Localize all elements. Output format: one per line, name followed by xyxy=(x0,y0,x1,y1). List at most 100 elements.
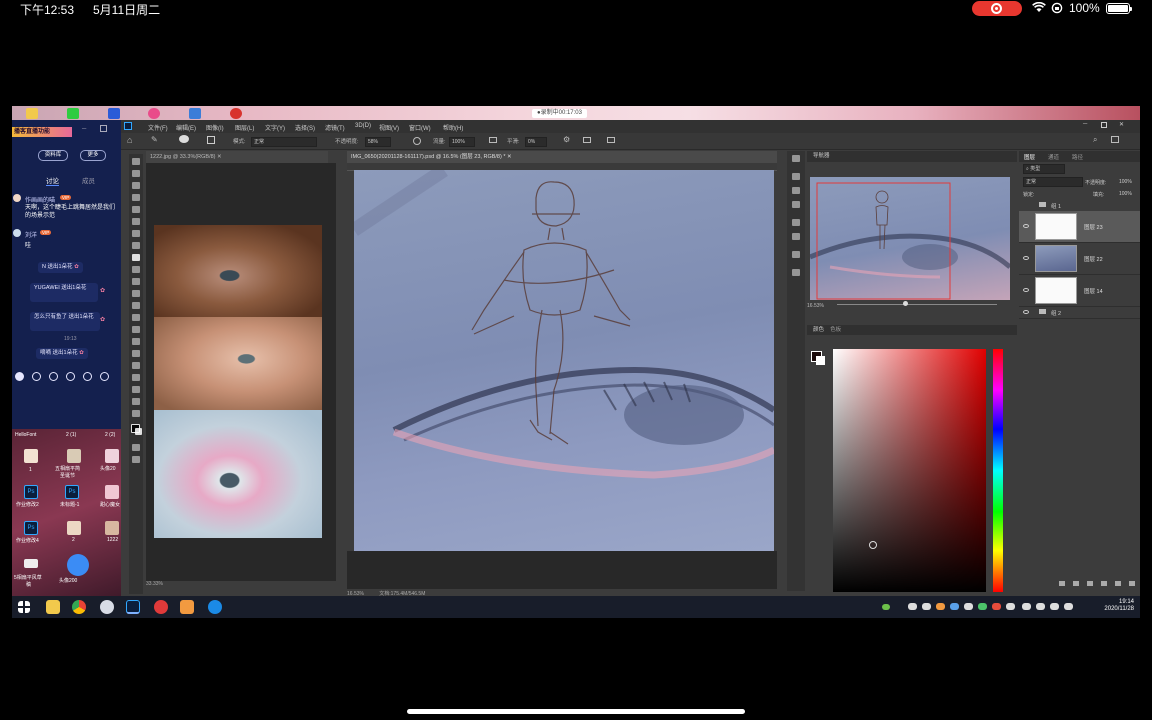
image-file-icon[interactable] xyxy=(67,521,81,535)
layer-row-23[interactable]: 图层 23 xyxy=(1019,211,1140,243)
shape-tool-icon[interactable] xyxy=(132,374,140,381)
menu-3d[interactable]: 3D(D) xyxy=(355,123,371,129)
brush-settings-icon[interactable] xyxy=(792,173,800,180)
stamp-tool-icon[interactable] xyxy=(132,266,140,273)
smooth-input[interactable]: 0% xyxy=(525,137,547,147)
zoom-tool-icon[interactable] xyxy=(132,398,140,405)
mask-icon[interactable] xyxy=(1087,581,1093,586)
paragraph-icon[interactable] xyxy=(792,233,800,240)
tab-color[interactable]: 颜色 色板 xyxy=(807,325,1017,335)
character-icon[interactable] xyxy=(792,219,800,226)
taskbar-clock[interactable]: 19:14 2020/11/28 xyxy=(1104,599,1134,613)
image-file-icon[interactable] xyxy=(105,521,119,535)
tray-icon[interactable] xyxy=(992,603,1001,610)
live-banner[interactable]: 播客直播功能 xyxy=(12,127,72,137)
file-explorer-icon[interactable] xyxy=(46,600,60,614)
layer-fill-input[interactable]: 100% xyxy=(1119,191,1132,197)
psd-file-icon[interactable]: Ps xyxy=(24,521,38,535)
ime-icon[interactable] xyxy=(1064,603,1073,610)
navigator-thumbnail[interactable] xyxy=(810,177,1010,300)
opacity-input[interactable]: 58% xyxy=(365,137,391,147)
close-icon[interactable]: ✕ xyxy=(217,154,222,160)
screen-recording-indicator[interactable] xyxy=(972,1,1022,16)
move-tool-icon[interactable] xyxy=(132,158,140,165)
minimize-icon[interactable]: ─ xyxy=(1083,121,1087,127)
history-brush-tool-icon[interactable] xyxy=(132,278,140,285)
marquee-tool-icon[interactable] xyxy=(132,170,140,177)
visibility-eye-icon[interactable] xyxy=(1023,310,1029,314)
quick-select-tool-icon[interactable] xyxy=(132,194,140,201)
visibility-eye-icon[interactable] xyxy=(1023,224,1029,228)
windows-start-icon[interactable] xyxy=(18,601,30,613)
search-icon[interactable]: ⌕ xyxy=(1093,135,1097,145)
menu-filter[interactable]: 滤镜(T) xyxy=(325,123,345,132)
psd-file-icon[interactable]: Ps xyxy=(65,485,79,499)
tray-icon[interactable] xyxy=(922,603,931,610)
close-icon[interactable]: ✕ xyxy=(507,154,512,160)
menu-help[interactable]: 帮助(H) xyxy=(443,123,463,132)
link-layers-icon[interactable] xyxy=(1059,581,1065,586)
settings-icon[interactable] xyxy=(15,372,24,381)
hand-tool-icon[interactable] xyxy=(132,386,140,393)
hue-slider[interactable] xyxy=(993,349,1003,592)
background-color-swatch[interactable] xyxy=(135,428,142,435)
image-file-icon[interactable] xyxy=(24,449,38,463)
brush-icon[interactable]: ✎ xyxy=(151,135,158,144)
pen-tool-icon[interactable] xyxy=(132,338,140,345)
materials-button[interactable]: 资料库 xyxy=(38,150,68,161)
eyedropper-tool-icon[interactable] xyxy=(132,230,140,237)
app-icon[interactable] xyxy=(100,600,114,614)
photoshop-taskbar-icon[interactable] xyxy=(126,600,140,614)
tab-channels[interactable]: 通道 xyxy=(1048,153,1059,161)
app-icon[interactable] xyxy=(148,108,160,119)
gradient-tool-icon[interactable] xyxy=(132,302,140,309)
trash-icon[interactable] xyxy=(1129,581,1135,586)
menu-file[interactable]: 文件(F) xyxy=(148,123,168,132)
app-icon[interactable] xyxy=(189,108,201,119)
image-icon[interactable] xyxy=(66,372,75,381)
symmetry-icon[interactable] xyxy=(607,137,615,143)
tab-layers[interactable]: 图层 xyxy=(1024,153,1035,161)
path-select-tool-icon[interactable] xyxy=(132,362,140,369)
layer-row-group2[interactable]: 组 2 xyxy=(1019,307,1140,319)
tab-paths[interactable]: 路径 xyxy=(1072,153,1083,161)
play-icon[interactable] xyxy=(792,155,800,162)
tab-swatches[interactable]: 色板 xyxy=(830,327,841,333)
menu-select[interactable]: 选择(S) xyxy=(295,123,315,132)
bell-icon[interactable] xyxy=(100,372,109,381)
properties-icon[interactable] xyxy=(792,201,800,208)
tray-icon[interactable] xyxy=(908,603,917,610)
color-picker-cursor[interactable] xyxy=(869,541,877,549)
edge-icon[interactable] xyxy=(208,600,222,614)
navigator-zoom[interactable]: 16.53% xyxy=(807,303,824,309)
blend-mode-select[interactable]: 正常 xyxy=(1023,177,1083,187)
visibility-eye-icon[interactable] xyxy=(1023,256,1029,260)
visibility-eye-icon[interactable] xyxy=(1023,288,1029,292)
menu-edit[interactable]: 编辑(E) xyxy=(176,123,196,132)
drawing-canvas[interactable] xyxy=(354,170,774,551)
screen-mode-icon[interactable] xyxy=(132,456,140,463)
new-layer-icon[interactable] xyxy=(1115,581,1121,586)
reference-canvas[interactable] xyxy=(146,163,336,581)
zoom-slider[interactable] xyxy=(837,304,997,305)
fg-bg-swatch[interactable] xyxy=(811,351,825,365)
brush-panel-icon[interactable] xyxy=(207,136,215,144)
tab-navigator[interactable]: 导航器 xyxy=(807,151,1017,162)
history-icon[interactable] xyxy=(83,372,92,381)
flow-input[interactable]: 100% xyxy=(449,137,475,147)
airbrush-icon[interactable] xyxy=(489,137,497,143)
home-indicator[interactable] xyxy=(407,709,745,714)
tray-icon[interactable] xyxy=(936,603,945,610)
mode-select[interactable]: 正常 xyxy=(251,137,317,147)
doc-tab-reference[interactable]: 1222.jpg @ 33.3%(RGB/8) ✕ xyxy=(146,151,328,163)
quick-mask-icon[interactable] xyxy=(132,444,140,451)
tab-discuss[interactable]: 讨论 xyxy=(46,175,59,186)
pressure-opacity-icon[interactable] xyxy=(413,137,421,145)
tray-icon[interactable] xyxy=(978,603,987,610)
image-file-icon[interactable] xyxy=(67,449,81,463)
home-icon[interactable]: ⌂ xyxy=(127,135,132,145)
chat-bubble-icon[interactable] xyxy=(67,554,89,576)
zoom-slider-handle[interactable] xyxy=(903,301,908,306)
gear-icon[interactable]: ⚙ xyxy=(563,135,570,144)
angle-icon[interactable] xyxy=(583,137,591,143)
